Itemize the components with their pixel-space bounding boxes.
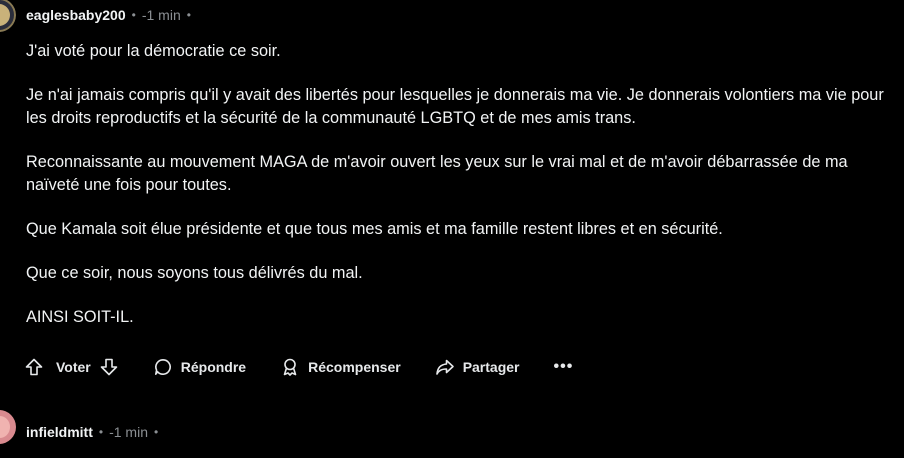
upvote-button[interactable] — [24, 357, 44, 377]
comment-actions: Voter Répondre Récompenser Partager ••• — [24, 356, 573, 378]
comment-meta: eaglesbaby200 • -1 min • — [26, 5, 197, 25]
avatar[interactable] — [0, 410, 16, 444]
comment-paragraph: Que ce soir, nous soyons tous délivrés d… — [26, 264, 363, 282]
avatar-image — [0, 416, 10, 438]
author-name[interactable]: eaglesbaby200 — [26, 7, 126, 23]
upvote-icon — [25, 358, 43, 376]
award-icon — [283, 358, 297, 376]
downvote-icon — [100, 358, 118, 376]
share-label: Partager — [462, 359, 520, 375]
comment-meta: infieldmitt • -1 min • — [26, 422, 164, 442]
award-button[interactable]: Récompenser — [280, 357, 401, 377]
comment-paragraph: J'ai voté pour la démocratie ce soir. — [26, 42, 281, 60]
author-name[interactable]: infieldmitt — [26, 424, 93, 440]
separator-dot: • — [154, 425, 159, 439]
share-arrow-icon — [435, 359, 454, 375]
timestamp[interactable]: -1 min — [109, 424, 148, 440]
comment-body: J'ai voté pour la démocratie ce soir. Je… — [26, 40, 901, 350]
comment-bubble-icon — [154, 359, 171, 375]
comment-paragraph: AINSI SOIT-IL. — [26, 308, 134, 326]
award-label: Récompenser — [308, 359, 401, 375]
separator-dot: • — [98, 425, 104, 439]
comment-paragraph: Je n'ai jamais compris qu'il y avait des… — [26, 86, 884, 127]
reply-button[interactable]: Répondre — [153, 357, 246, 377]
share-button[interactable]: Partager — [435, 357, 520, 377]
separator-dot: • — [131, 8, 136, 22]
reply-label: Répondre — [180, 359, 247, 375]
downvote-button[interactable] — [99, 357, 119, 377]
comment-paragraph: Que Kamala soit élue présidente et que t… — [26, 220, 723, 238]
more-dots-icon[interactable]: ••• — [554, 358, 574, 376]
timestamp[interactable]: -1 min — [142, 7, 181, 23]
vote-label: Voter — [56, 359, 91, 375]
avatar[interactable] — [0, 0, 16, 32]
vote-group: Voter — [24, 357, 119, 377]
separator-dot: • — [186, 8, 191, 22]
comment-paragraph: Reconnaissante au mouvement MAGA de m'av… — [26, 153, 848, 194]
